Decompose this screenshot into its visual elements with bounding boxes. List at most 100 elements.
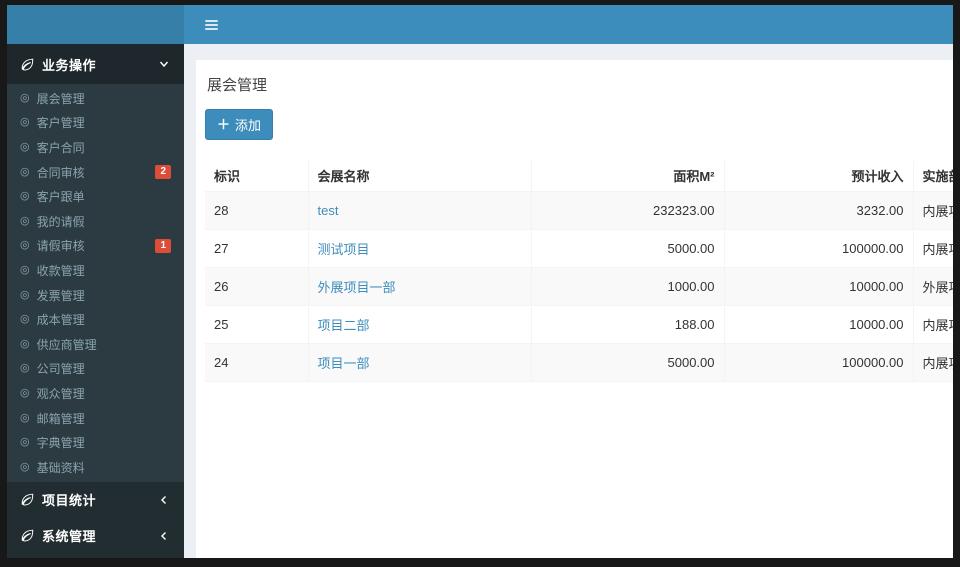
cell-id: 26 bbox=[205, 267, 309, 306]
main-area: 展会管理 ＋ 添加 标识 会展名称 面积M² 预计收入 实施 28 test 2… bbox=[184, 5, 953, 558]
exhibition-table: 标识 会展名称 面积M² 预计收入 实施部门 28 bbox=[205, 161, 953, 382]
sidebar-item-label: 请假审核 bbox=[36, 239, 85, 254]
sidebar-item-label: 成本管理 bbox=[36, 313, 85, 328]
sidebar-item-label: 客户管理 bbox=[36, 116, 85, 131]
cell-id: 28 bbox=[205, 191, 309, 230]
sidebar-item[interactable]: ◎ 客户合同 bbox=[7, 135, 184, 160]
sidebar-item[interactable]: ◎ 发票管理 bbox=[7, 283, 184, 308]
sidebar-item[interactable]: ◎ 字典管理 bbox=[7, 430, 184, 455]
dot-circle-icon: ◎ bbox=[20, 165, 30, 178]
sidebar-item-label: 收款管理 bbox=[36, 263, 85, 278]
sidebar-item[interactable]: ◎ 客户管理 bbox=[7, 111, 184, 136]
sidebar-item[interactable]: ◎ 展会管理 bbox=[7, 86, 184, 111]
leaf-icon bbox=[21, 58, 34, 71]
sidebar-section-project-stats[interactable]: 项目统计 bbox=[7, 482, 184, 518]
column-header-income: 预计收入 bbox=[724, 161, 914, 192]
exhibition-link[interactable]: 测试项目 bbox=[318, 242, 370, 257]
sidebar-item[interactable]: ◎ 基础资料 bbox=[7, 455, 184, 480]
cell-name: 项目二部 bbox=[308, 305, 532, 344]
sidebar-item-label: 供应商管理 bbox=[36, 337, 97, 352]
column-header-name: 会展名称 bbox=[308, 161, 532, 192]
cell-id: 27 bbox=[205, 229, 309, 268]
sidebar-item-label: 基础资料 bbox=[36, 460, 85, 475]
chevron-left-icon bbox=[158, 494, 170, 506]
sidebar-item[interactable]: ◎ 合同审核 2 bbox=[7, 160, 184, 185]
sidebar-item[interactable]: ◎ 邮箱管理 bbox=[7, 406, 184, 431]
content-wrapper: 展会管理 ＋ 添加 标识 会展名称 面积M² 预计收入 实施 28 test 2… bbox=[184, 44, 953, 558]
sidebar-toggle-button[interactable] bbox=[194, 10, 228, 40]
cell-name: 项目一部 bbox=[308, 343, 532, 382]
page-title: 展会管理 bbox=[207, 77, 268, 94]
dot-circle-icon: ◎ bbox=[20, 436, 30, 449]
cell-income: 10000.00 bbox=[724, 305, 914, 344]
sidebar-item[interactable]: ◎ 请假审核 1 bbox=[7, 234, 184, 259]
cell-dept: 内展项目 bbox=[913, 305, 953, 344]
sidebar-item[interactable]: ◎ 公司管理 bbox=[7, 357, 184, 382]
treeview-business-operations: ◎ 展会管理 ◎ 客户管理 ◎ 客户合同 ◎ 合同审核 2 ◎ 客户跟单 ◎ 我… bbox=[7, 84, 184, 482]
sidebar-section-label: 系统管理 bbox=[42, 529, 97, 544]
sidebar-item-label: 展会管理 bbox=[36, 91, 85, 106]
cell-income: 10000.00 bbox=[724, 267, 914, 306]
dot-circle-icon: ◎ bbox=[20, 362, 30, 375]
cell-income: 3232.00 bbox=[724, 191, 914, 230]
sidebar-item[interactable]: ◎ 观众管理 bbox=[7, 381, 184, 406]
sidebar: 业务操作 ◎ 展会管理 ◎ 客户管理 ◎ 客户合同 ◎ 合同审核 2 ◎ 客户跟… bbox=[7, 5, 184, 558]
table-header-row: 标识 会展名称 面积M² 预计收入 实施部门 bbox=[205, 161, 953, 192]
dot-circle-icon: ◎ bbox=[20, 91, 30, 104]
sidebar-section-system[interactable]: 系统管理 bbox=[7, 518, 184, 554]
sidebar-item-label: 客户合同 bbox=[36, 140, 85, 155]
cell-area: 188.00 bbox=[531, 305, 725, 344]
exhibition-link[interactable]: 项目一部 bbox=[318, 356, 370, 371]
column-header-area: 面积M² bbox=[531, 161, 725, 192]
cell-income: 100000.00 bbox=[724, 229, 914, 268]
plus-icon: ＋ bbox=[217, 117, 231, 132]
dot-circle-icon: ◎ bbox=[20, 116, 30, 129]
cell-id: 25 bbox=[205, 305, 309, 344]
dot-circle-icon: ◎ bbox=[20, 263, 30, 276]
sidebar-section-business[interactable]: 业务操作 bbox=[7, 44, 184, 84]
exhibition-link[interactable]: 外展项目一部 bbox=[318, 280, 396, 295]
table-row: 28 test 232323.00 3232.00 内展项目 bbox=[205, 191, 953, 230]
dot-circle-icon: ◎ bbox=[20, 239, 30, 252]
table-row: 25 项目二部 188.00 10000.00 内展项目 bbox=[205, 305, 953, 344]
add-button[interactable]: ＋ 添加 bbox=[205, 109, 274, 140]
add-button-label: 添加 bbox=[235, 118, 262, 133]
cell-name: test bbox=[308, 191, 532, 230]
leaf-icon bbox=[21, 529, 34, 542]
sidebar-item[interactable]: ◎ 供应商管理 bbox=[7, 332, 184, 357]
chevron-down-icon bbox=[158, 58, 170, 70]
dot-circle-icon: ◎ bbox=[20, 386, 30, 399]
dot-circle-icon: ◎ bbox=[20, 460, 30, 473]
sidebar-item[interactable]: ◎ 成本管理 bbox=[7, 307, 184, 332]
sidebar-item[interactable]: ◎ 我的请假 bbox=[7, 209, 184, 234]
column-header-id: 标识 bbox=[205, 161, 309, 192]
exhibition-link[interactable]: 项目二部 bbox=[318, 318, 370, 333]
dot-circle-icon: ◎ bbox=[20, 313, 30, 326]
cell-name: 测试项目 bbox=[308, 229, 532, 268]
sidebar-item-label: 客户跟单 bbox=[36, 190, 85, 205]
sidebar-section-label: 项目统计 bbox=[42, 493, 97, 508]
dot-circle-icon: ◎ bbox=[20, 288, 30, 301]
leaf-icon bbox=[21, 493, 34, 506]
sidebar-item-label: 邮箱管理 bbox=[36, 411, 85, 426]
cell-name: 外展项目一部 bbox=[308, 267, 532, 306]
exhibition-link[interactable]: test bbox=[318, 203, 339, 218]
chevron-left-icon bbox=[158, 530, 170, 542]
sidebar-item-label: 合同审核 bbox=[36, 165, 85, 180]
top-navbar bbox=[184, 5, 953, 44]
dot-circle-icon: ◎ bbox=[20, 140, 30, 153]
logo-area[interactable] bbox=[7, 5, 184, 44]
cell-area: 232323.00 bbox=[531, 191, 725, 230]
dot-circle-icon: ◎ bbox=[20, 411, 30, 424]
cell-area: 1000.00 bbox=[531, 267, 725, 306]
sidebar-item[interactable]: ◎ 收款管理 bbox=[7, 258, 184, 283]
count-badge: 1 bbox=[155, 238, 171, 253]
column-header-dept: 实施部门 bbox=[913, 161, 953, 192]
table-row: 27 测试项目 5000.00 100000.00 内展项目 bbox=[205, 229, 953, 268]
cell-id: 24 bbox=[205, 343, 309, 382]
cell-dept: 外展项目 bbox=[913, 267, 953, 306]
cell-area: 5000.00 bbox=[531, 229, 725, 268]
sidebar-section-label: 业务操作 bbox=[42, 57, 97, 73]
sidebar-item[interactable]: ◎ 客户跟单 bbox=[7, 184, 184, 209]
cell-dept: 内展项目 bbox=[913, 191, 953, 230]
